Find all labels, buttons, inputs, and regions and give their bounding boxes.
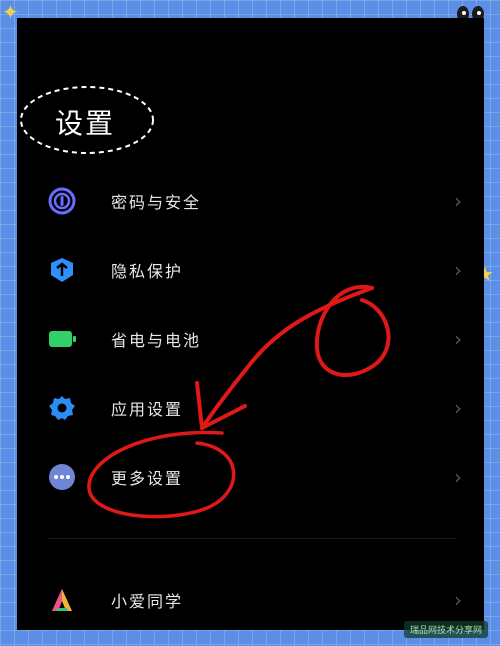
menu-item-label: 小爱同学 bbox=[111, 592, 184, 611]
menu-item-label: 更多设置 bbox=[111, 469, 184, 488]
battery-icon bbox=[47, 324, 77, 354]
section-divider bbox=[47, 538, 457, 539]
menu-item-battery[interactable]: 省电与电池 › bbox=[17, 311, 484, 367]
watermark-badge: 瑞品网技术分享网 bbox=[403, 621, 488, 638]
chevron-right-icon: › bbox=[454, 588, 462, 612]
page-title: 设置 bbox=[55, 107, 116, 140]
chevron-right-icon: › bbox=[454, 396, 462, 420]
menu-item-label: 密码与安全 bbox=[111, 193, 202, 212]
xiaoai-icon bbox=[47, 585, 77, 615]
fingerprint-icon bbox=[47, 186, 77, 216]
chevron-right-icon: › bbox=[454, 465, 462, 489]
menu-item-label: 隐私保护 bbox=[111, 262, 184, 281]
chevron-right-icon: › bbox=[454, 189, 462, 213]
menu-item-app-settings[interactable]: 应用设置 › bbox=[17, 380, 484, 436]
menu-item-privacy[interactable]: 隐私保护 › bbox=[17, 242, 484, 298]
more-icon bbox=[47, 462, 77, 492]
menu-item-label: 省电与电池 bbox=[111, 331, 202, 350]
title-section: 设置 bbox=[19, 84, 155, 156]
menu-item-password-security[interactable]: 密码与安全 › bbox=[17, 173, 484, 229]
shield-icon bbox=[47, 255, 77, 285]
menu-item-more-settings[interactable]: 更多设置 › bbox=[17, 449, 484, 505]
gear-icon bbox=[47, 393, 77, 423]
menu-item-label: 应用设置 bbox=[111, 400, 184, 419]
chevron-right-icon: › bbox=[454, 327, 462, 351]
settings-screen: 设置 密码与安全 › 隐私保护 › 省电与电池 › 应用设置 › 更多设置 › … bbox=[17, 18, 484, 630]
chevron-right-icon: › bbox=[454, 258, 462, 282]
menu-item-xiaoai[interactable]: 小爱同学 › bbox=[17, 572, 484, 628]
